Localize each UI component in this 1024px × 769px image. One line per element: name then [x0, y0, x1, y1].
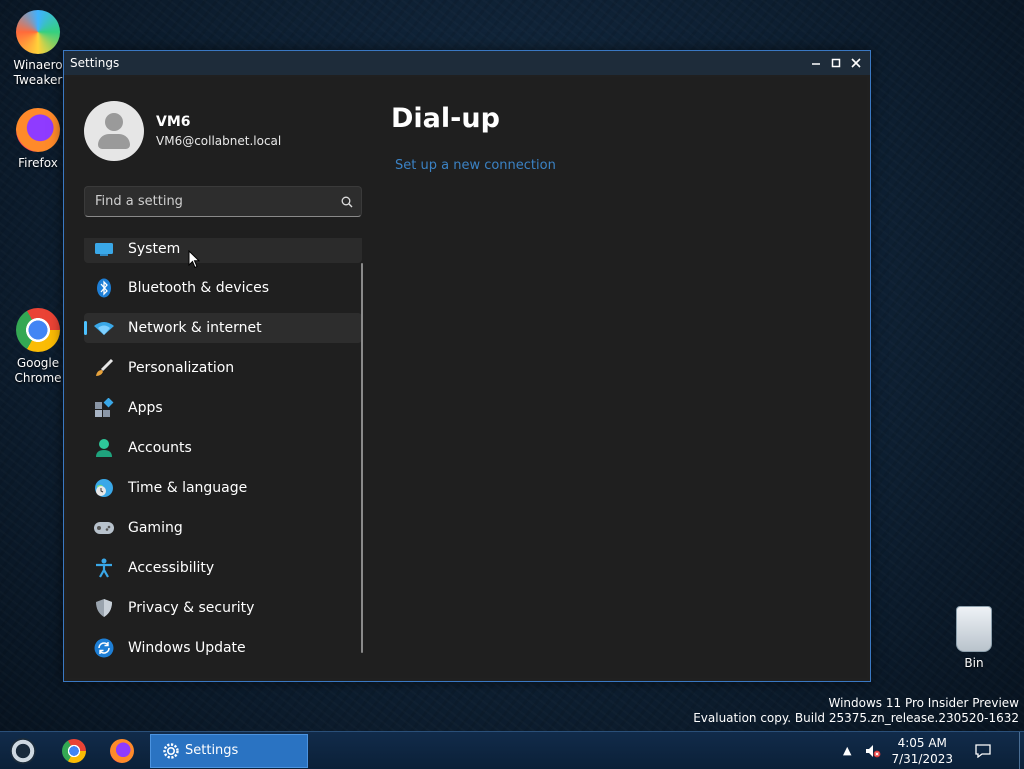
page-title: Dial-up: [391, 103, 500, 134]
sidebar-item-label: Accessibility: [128, 560, 215, 576]
sidebar-item-system[interactable]: System: [84, 238, 362, 263]
taskbar: Settings ▲ 4:05 AM 7/31/2023: [0, 731, 1024, 769]
minimize-icon: [812, 63, 820, 65]
windows-watermark: Windows 11 Pro Insider Preview Evaluatio…: [693, 696, 1019, 726]
clock-date: 7/31/2023: [891, 751, 953, 766]
apps-icon: [93, 397, 115, 419]
sidebar-item-time-language[interactable]: Time & language: [84, 473, 362, 503]
firefox-icon: [16, 108, 60, 152]
profile-email: VM6@collabnet.local: [156, 134, 282, 148]
search-icon[interactable]: [333, 196, 361, 208]
sidebar-item-bluetooth[interactable]: Bluetooth & devices: [84, 273, 362, 303]
user-profile[interactable]: VM6 VM6@collabnet.local: [84, 101, 281, 161]
search-input[interactable]: [85, 193, 333, 210]
desktop-icon-chrome[interactable]: Google Chrome: [6, 308, 70, 386]
chevron-up-icon[interactable]: ▲: [843, 744, 851, 757]
sidebar-item-label: Accounts: [128, 440, 192, 456]
desktop-icon-winaero-tweaker[interactable]: Winaero Tweaker: [6, 10, 70, 88]
taskbar-firefox-icon[interactable]: [110, 738, 134, 763]
shield-icon: [93, 597, 115, 619]
sidebar-item-network[interactable]: Network & internet: [84, 313, 362, 343]
sidebar-item-apps[interactable]: Apps: [84, 393, 362, 423]
sidebar-item-accounts[interactable]: Accounts: [84, 433, 362, 463]
sidebar-item-privacy-security[interactable]: Privacy & security: [84, 593, 362, 623]
sidebar-item-gaming[interactable]: Gaming: [84, 513, 362, 543]
search-box[interactable]: [84, 186, 362, 217]
person-icon: [93, 437, 115, 459]
accessibility-icon: [93, 557, 115, 579]
sidebar-item-label: System: [128, 241, 181, 257]
sidebar-item-label: Time & language: [128, 480, 248, 496]
globe-clock-icon: [93, 477, 115, 499]
volume-muted-icon[interactable]: [865, 744, 881, 758]
window-title: Settings: [70, 56, 120, 70]
desktop-icon-label: Winaero Tweaker: [13, 58, 63, 87]
watermark-build: Evaluation copy. Build 25375.zn_release.…: [693, 711, 1019, 725]
notification-icon[interactable]: [975, 743, 991, 758]
gamepad-icon: [93, 517, 115, 539]
close-button[interactable]: [846, 51, 866, 75]
setup-new-connection-link[interactable]: Set up a new connection: [395, 158, 556, 173]
minimize-button[interactable]: [806, 51, 826, 75]
sidebar-item-label: Personalization: [128, 360, 235, 376]
taskbar-clock[interactable]: 4:05 AM 7/31/2023: [891, 735, 953, 767]
sidebar-item-label: Apps: [128, 400, 163, 416]
profile-name: VM6: [156, 114, 191, 130]
winaero-tweaker-icon: [16, 10, 60, 54]
sidebar-item-label: Network & internet: [128, 320, 262, 336]
close-icon: [851, 58, 861, 68]
start-button[interactable]: [10, 737, 36, 764]
sidebar-item-label: Gaming: [128, 520, 183, 536]
settings-content: VM6 VM6@collabnet.local System Bluetoo: [67, 77, 867, 678]
taskbar-chrome-icon[interactable]: [62, 738, 86, 763]
bluetooth-icon: [93, 277, 115, 299]
mouse-cursor-icon: [188, 250, 200, 269]
avatar: [84, 101, 144, 161]
taskbar-settings-label: Settings: [185, 743, 239, 758]
brush-icon: [93, 357, 115, 379]
maximize-icon: [831, 58, 841, 68]
desktop-icon-label: Google Chrome: [14, 356, 62, 385]
sidebar-item-label: Windows Update: [128, 640, 246, 656]
sidebar-item-label: Bluetooth & devices: [128, 280, 270, 296]
sidebar-item-windows-update[interactable]: Windows Update: [84, 633, 362, 663]
desktop-icon-firefox[interactable]: Firefox: [6, 108, 70, 171]
sidebar-nav: System Bluetooth & devices Network & int…: [84, 238, 362, 678]
system-tray: ▲ 4:05 AM 7/31/2023: [843, 732, 1024, 769]
maximize-button[interactable]: [826, 51, 846, 75]
desktop-icon-label: Bin: [964, 656, 984, 670]
sidebar-scrollbar[interactable]: [361, 263, 363, 653]
desktop-icon-label: Firefox: [18, 156, 58, 170]
system-monitor-icon: [93, 238, 115, 260]
taskbar-settings-button[interactable]: Settings: [150, 733, 308, 768]
show-desktop-button[interactable]: [1019, 732, 1024, 769]
recycle-bin-icon: [956, 606, 992, 652]
desktop-icon-recycle-bin[interactable]: Bin: [942, 606, 1006, 671]
watermark-edition: Windows 11 Pro Insider Preview: [828, 696, 1019, 710]
sidebar-item-label: Privacy & security: [128, 600, 255, 616]
chrome-icon: [16, 308, 60, 352]
settings-window: Settings VM6 VM6@collabnet.local Find a …: [63, 50, 871, 682]
title-bar[interactable]: Settings: [64, 51, 870, 75]
sidebar-item-accessibility[interactable]: Accessibility: [84, 553, 362, 583]
wifi-icon: [93, 317, 115, 339]
sidebar-item-personalization[interactable]: Personalization: [84, 353, 362, 383]
clock-time: 4:05 AM: [897, 735, 947, 750]
gear-icon: [163, 742, 179, 759]
update-icon: [93, 637, 115, 659]
